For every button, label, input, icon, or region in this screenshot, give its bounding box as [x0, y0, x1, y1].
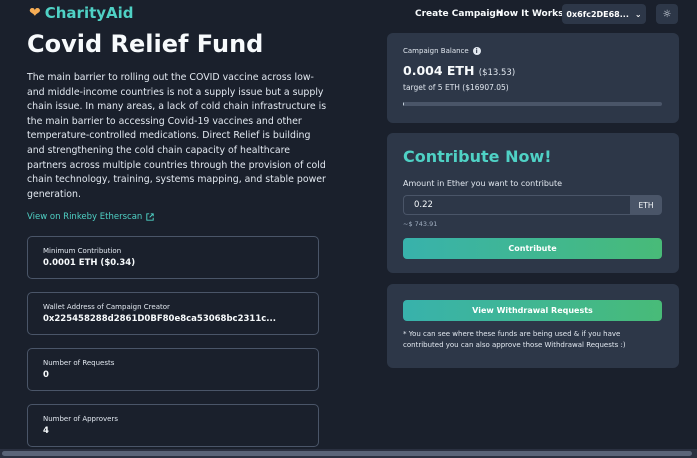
brand-logo[interactable]: ❤ CharityAid [29, 4, 134, 22]
etherscan-link[interactable]: View on Rinkeby Etherscan [27, 212, 154, 222]
usd-equivalent: ~$ 743.91 [403, 220, 438, 228]
stat-number-of-requests: Number of Requests 0 [27, 348, 319, 391]
stat-creator-address: Wallet Address of Campaign Creator 0x225… [27, 292, 319, 335]
stat-label: Minimum Contribution [43, 247, 122, 255]
heart-hand-icon: ❤ [29, 5, 41, 21]
chevron-down-icon: ⌄ [634, 9, 642, 19]
brand-name: CharityAid [44, 4, 134, 22]
contribute-card: Contribute Now! Amount in Ether you want… [387, 133, 679, 273]
amount-label: Amount in Ether you want to contribute [403, 179, 563, 188]
horizontal-scrollbar[interactable] [0, 449, 697, 458]
contribute-title: Contribute Now! [403, 147, 552, 166]
stat-label: Number of Requests [43, 359, 115, 367]
how-it-works-link[interactable]: How It Works [496, 9, 564, 19]
external-link-icon [146, 213, 154, 221]
wallet-address: 0x6fc2DE68... [566, 9, 629, 19]
balance-label: Campaign Balance [403, 47, 469, 55]
campaign-balance-card: Campaign Balance i 0.004 ETH ($13.53) ta… [387, 33, 679, 123]
stat-value: 0x225458288d2861D0BF80e8ca53068bc2311c..… [43, 314, 276, 324]
sun-icon: ☼ [662, 8, 672, 20]
view-withdrawal-requests-button[interactable]: View Withdrawal Requests [403, 300, 662, 321]
wallet-menu-button[interactable]: 0x6fc2DE68... ⌄ [562, 4, 646, 24]
balance-eth: 0.004 ETH [403, 63, 475, 78]
stat-label: Wallet Address of Campaign Creator [43, 303, 170, 311]
campaign-description: The main barrier to rolling out the COVI… [27, 72, 327, 200]
etherscan-link-label: View on Rinkeby Etherscan [27, 212, 143, 222]
stat-value: 0.0001 ETH ($0.34) [43, 258, 136, 268]
page-title: Covid Relief Fund [27, 30, 264, 58]
contribute-button[interactable]: Contribute [403, 238, 662, 259]
stat-number-of-approvers: Number of Approvers 4 [27, 404, 319, 447]
stat-minimum-contribution: Minimum Contribution 0.0001 ETH ($0.34) [27, 236, 319, 279]
theme-toggle-button[interactable]: ☼ [656, 4, 678, 24]
withdrawal-card: View Withdrawal Requests * You can see w… [387, 284, 679, 368]
scrollbar-thumb[interactable] [2, 451, 692, 456]
withdrawal-note: * You can see where these funds are bein… [403, 330, 626, 349]
stat-value: 4 [43, 426, 49, 436]
eth-unit-addon: ETH [630, 195, 662, 215]
create-campaign-link[interactable]: Create Campaign [415, 9, 502, 19]
navbar: ❤ CharityAid Create Campaign How It Work… [0, 0, 697, 28]
stat-label: Number of Approvers [43, 415, 118, 423]
funding-progress-bar [403, 102, 662, 106]
balance-label-row: Campaign Balance i [403, 47, 481, 55]
amount-input[interactable]: 0.22 [403, 195, 630, 215]
stat-value: 0 [43, 370, 49, 380]
balance-usd: ($13.53) [478, 68, 516, 78]
balance-target: target of 5 ETH ($16907.05) [403, 83, 509, 92]
balance-value: 0.004 ETH ($13.53) [403, 63, 515, 78]
info-icon[interactable]: i [472, 47, 481, 55]
